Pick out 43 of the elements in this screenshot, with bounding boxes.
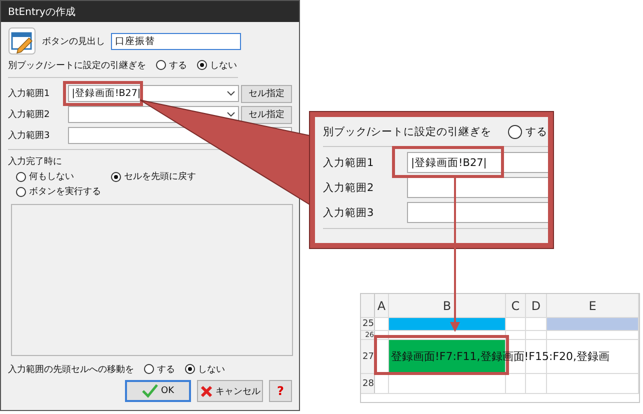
- radio-option[interactable]: 何もしない: [16, 170, 111, 183]
- range-field[interactable]: [407, 202, 548, 223]
- range-label: 入力範囲1: [8, 88, 51, 100]
- notepad-pencil-icon: [8, 27, 36, 55]
- close-icon: [200, 384, 212, 398]
- range-label: 入力範囲2: [8, 108, 51, 121]
- range-label: 入力範囲3: [323, 206, 375, 220]
- column-header: A: [375, 294, 389, 317]
- radio-option[interactable]: する: [144, 362, 175, 376]
- carry-over-label: 別ブック/シートに設定の引継ぎを: [8, 60, 146, 72]
- column-header: B: [389, 294, 506, 317]
- row-number: 25: [361, 318, 375, 330]
- radio-option[interactable]: する: [508, 125, 548, 139]
- column-header: C: [506, 294, 526, 317]
- radio-option[interactable]: しない: [185, 362, 225, 376]
- on-complete-label: 入力完了時に: [8, 156, 63, 168]
- caption-label: ボタンの見出し: [42, 36, 105, 48]
- radio-option[interactable]: セルを先頭に戻す: [111, 170, 241, 183]
- column-header: E: [547, 294, 639, 317]
- caption-field[interactable]: 口座振替: [111, 32, 241, 50]
- caret-icon: [227, 91, 236, 96]
- move-label: 入力範囲の先頭セルへの移動を: [8, 364, 134, 376]
- row-number: 27: [361, 340, 375, 373]
- column-header: D: [526, 294, 547, 317]
- range-label: 入力範囲2: [323, 180, 375, 194]
- cell-select-button[interactable]: セル指定: [241, 106, 292, 124]
- cell-select-button[interactable]: セル指定: [241, 84, 292, 102]
- range-label: 入力範囲1: [323, 156, 375, 170]
- caret-icon: [227, 112, 236, 117]
- cancel-button[interactable]: キャンセル: [197, 380, 263, 402]
- radio-option[interactable]: しない: [197, 58, 238, 72]
- help-button[interactable]: ?: [269, 380, 292, 402]
- ok-button[interactable]: OK: [125, 380, 191, 402]
- radio-option[interactable]: ボタンを実行する: [16, 185, 111, 198]
- row-number: 28: [361, 374, 375, 393]
- range-field[interactable]: [407, 177, 548, 198]
- radio-option[interactable]: する: [156, 58, 188, 72]
- cell-text: 登録画面!F7:F11,登録画面!F15:F20,登録画: [390, 349, 610, 364]
- range-field[interactable]: |登録画面!B27|: [407, 152, 548, 173]
- check-icon: [142, 384, 158, 398]
- range-label: 入力範囲3: [8, 130, 51, 142]
- carry-over-label: 別ブック/シートに設定の引継ぎを: [323, 125, 492, 139]
- window-title: BtEntryの作成: [8, 6, 76, 18]
